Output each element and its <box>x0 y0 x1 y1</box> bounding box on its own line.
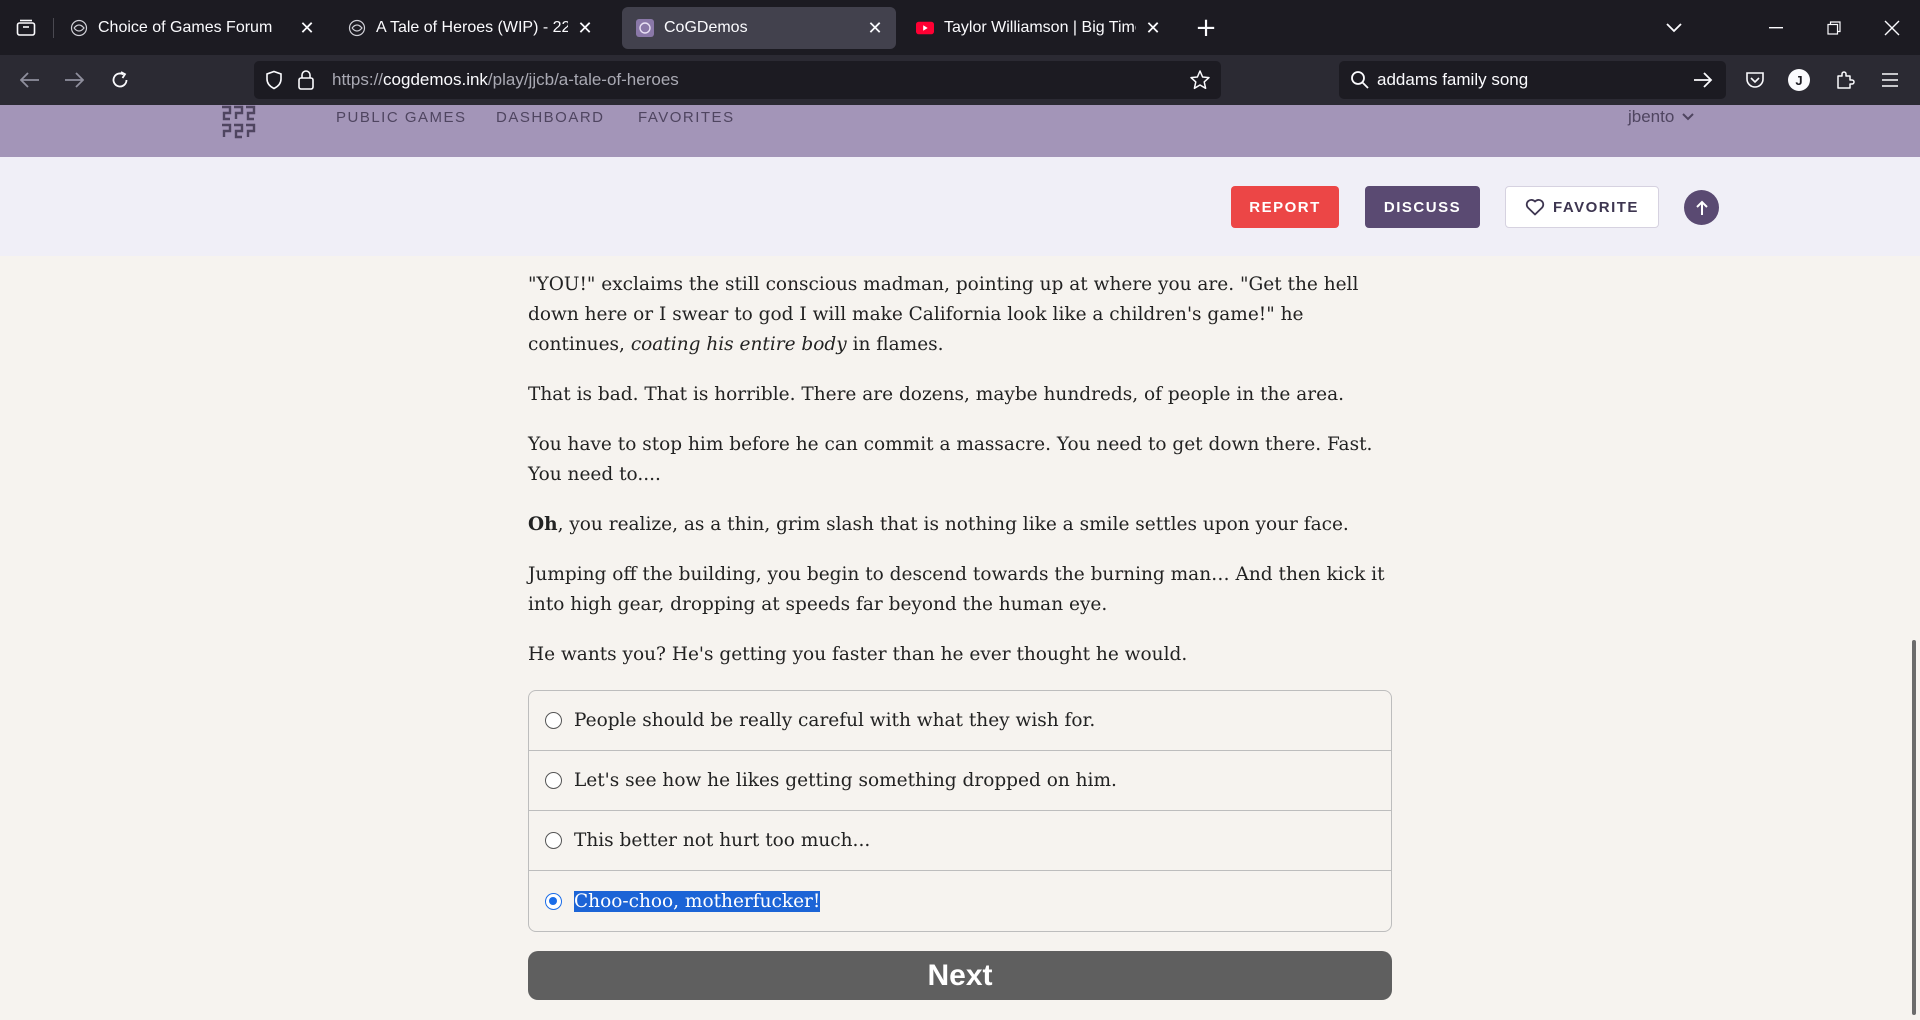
story-paragraph: Oh, you realize, as a thin, grim slash t… <box>528 514 1349 535</box>
close-icon[interactable]: ✕ <box>1142 17 1164 39</box>
url-text[interactable]: https://cogdemos.ink/play/jjcb/a-tale-of… <box>332 70 679 90</box>
forum-favicon-icon <box>70 19 88 37</box>
browser-nav-bar: https://cogdemos.ink/play/jjcb/a-tale-of… <box>0 55 1920 105</box>
choice-label: People should be really careful with wha… <box>574 710 1096 731</box>
favorite-button[interactable]: FAVORITE <box>1505 186 1659 228</box>
action-bar: REPORT DISCUSS FAVORITE <box>0 157 1920 256</box>
lock-icon[interactable] <box>297 69 315 95</box>
cogdemos-logo-icon[interactable] <box>216 103 260 143</box>
tab-choice-of-games-forum[interactable]: Choice of Games Forum ✕ <box>56 7 328 49</box>
story-paragraph: He wants you? He's getting you faster th… <box>528 644 1188 665</box>
radio-button[interactable] <box>545 712 562 729</box>
choice-option-selected[interactable]: Choo-choo, motherfucker! <box>529 871 1391 931</box>
account-avatar-icon[interactable]: J <box>1781 62 1817 98</box>
forward-arrow-icon[interactable] <box>56 62 92 98</box>
tab-title: CoGDemos <box>664 19 748 36</box>
tab-a-tale-of-heroes[interactable]: A Tale of Heroes (WIP) - 224k w ✕ <box>334 7 606 49</box>
story-paragraph: You have to stop him before he can commi… <box>528 434 1373 485</box>
youtube-favicon-icon <box>916 19 934 37</box>
forum-favicon-icon <box>348 19 366 37</box>
choice-option[interactable]: This better not hurt too much... <box>529 811 1391 871</box>
radio-button-checked[interactable] <box>545 892 562 910</box>
choice-option[interactable]: Let's see how he likes getting something… <box>529 751 1391 811</box>
restore-icon[interactable] <box>1814 10 1854 46</box>
heart-icon <box>1525 199 1545 216</box>
minimize-icon[interactable] <box>1756 10 1796 46</box>
story-text: "YOU!" exclaims the still conscious madm… <box>528 270 1390 690</box>
pocket-icon[interactable] <box>1737 62 1773 98</box>
choice-label: Choo-choo, motherfucker! <box>574 890 821 912</box>
close-icon[interactable]: ✕ <box>574 17 596 39</box>
close-icon[interactable]: ✕ <box>296 17 318 39</box>
extensions-puzzle-icon[interactable] <box>1827 62 1863 98</box>
cogdemos-favicon-icon <box>636 19 654 37</box>
search-icon <box>1350 70 1370 94</box>
scroll-to-top-button[interactable] <box>1684 190 1719 225</box>
story-paragraph: That is bad. That is horrible. There are… <box>528 384 1344 405</box>
url-bar[interactable]: https://cogdemos.ink/play/jjcb/a-tale-of… <box>254 61 1221 99</box>
tab-title: Choice of Games Forum <box>98 19 273 36</box>
list-all-tabs-chevron-icon[interactable] <box>1654 10 1694 46</box>
nav-public-games[interactable]: PUBLIC GAMES <box>336 109 467 126</box>
tab-separator <box>53 18 54 38</box>
search-go-arrow-icon[interactable] <box>1693 71 1713 93</box>
tab-cogdemos[interactable]: CoGDemos ✕ <box>622 7 896 49</box>
story-paragraph: "YOU!" exclaims the still conscious madm… <box>528 274 1359 355</box>
report-button[interactable]: REPORT <box>1231 186 1339 228</box>
favorite-label: FAVORITE <box>1553 198 1639 216</box>
tracking-protection-shield-icon[interactable] <box>264 70 284 94</box>
next-button[interactable]: Next <box>528 951 1392 1000</box>
hamburger-menu-icon[interactable] <box>1872 62 1908 98</box>
user-menu[interactable]: jbento <box>1628 107 1695 127</box>
reload-icon[interactable] <box>102 62 138 98</box>
tab-title: A Tale of Heroes (WIP) - 224k w <box>376 19 568 36</box>
choice-label: Let's see how he likes getting something… <box>574 770 1117 791</box>
browser-tab-bar: Choice of Games Forum ✕ A Tale of Heroes… <box>0 0 1920 55</box>
close-icon[interactable]: ✕ <box>864 17 886 39</box>
choice-list: People should be really careful with wha… <box>528 690 1392 932</box>
page-scrollbar[interactable] <box>1912 640 1916 1015</box>
tab-title: Taylor Williamson | Big Time Ce <box>944 19 1136 36</box>
radio-button[interactable] <box>545 772 562 789</box>
bookmark-star-icon[interactable] <box>1189 69 1211 95</box>
site-header: PUBLIC GAMES DASHBOARD FAVORITES jbento <box>0 105 1920 157</box>
choice-option[interactable]: People should be really careful with wha… <box>529 691 1391 751</box>
story-paragraph: Jumping off the building, you begin to d… <box>528 564 1385 615</box>
search-input[interactable] <box>1377 61 1677 99</box>
new-tab-plus-icon[interactable]: + <box>1190 12 1222 44</box>
radio-button[interactable] <box>545 832 562 849</box>
arrow-up-icon <box>1695 200 1708 215</box>
back-arrow-icon[interactable] <box>12 62 48 98</box>
username: jbento <box>1628 107 1675 126</box>
nav-dashboard[interactable]: DASHBOARD <box>496 109 605 126</box>
window-close-icon[interactable] <box>1872 10 1912 46</box>
search-bar[interactable] <box>1339 61 1726 99</box>
profile-initial: J <box>1788 69 1810 91</box>
discuss-button[interactable]: DISCUSS <box>1365 186 1480 228</box>
tab-taylor-williamson[interactable]: Taylor Williamson | Big Time Ce ✕ <box>902 7 1174 49</box>
nav-favorites[interactable]: FAVORITES <box>638 109 735 126</box>
chevron-down-icon <box>1682 113 1695 121</box>
tab-list-icon[interactable] <box>8 10 44 46</box>
choice-label: This better not hurt too much... <box>574 830 871 851</box>
